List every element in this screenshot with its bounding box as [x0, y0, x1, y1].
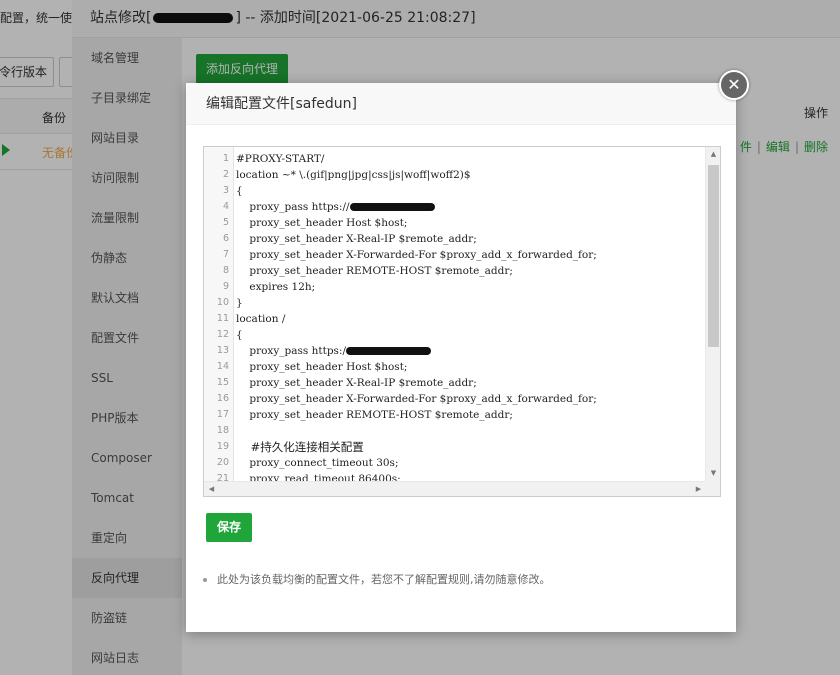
code-line: 7 proxy_set_header X-Forwarded-For $prox…: [222, 249, 597, 261]
code-line: 10}: [216, 297, 243, 309]
arrow-left-icon[interactable]: ◀: [204, 482, 219, 496]
code-content[interactable]: 1 #PROXY-START/ 2 location ~* \.(gif|png|j…: [216, 151, 706, 487]
code-line: 3{: [222, 185, 243, 197]
code-line: 2 location ~* \.(gif|png|jpg|css|js|woff|…: [222, 169, 471, 181]
redacted-url: [346, 347, 431, 355]
config-tip: 此处为该负载均衡的配置文件，若您不了解配置规则,请勿随意修改。: [203, 571, 551, 587]
code-line: 20 proxy_connect_timeout 30s;: [216, 457, 399, 469]
scrollbar-corner: [705, 481, 720, 496]
bullet-dot: [203, 578, 207, 582]
code-line: 1 #PROXY-START/: [222, 153, 325, 165]
save-button[interactable]: 保存: [206, 513, 252, 542]
code-line: 11 location /: [216, 313, 286, 325]
code-line: 16 proxy_set_header X-Forwarded-For $pro…: [216, 393, 597, 405]
arrow-right-icon[interactable]: ▶: [691, 482, 706, 496]
code-line: 8 proxy_set_header REMOTE-HOST $remote_a…: [222, 265, 513, 277]
vertical-scrollbar[interactable]: ▲ ▼: [705, 147, 720, 481]
horizontal-scrollbar[interactable]: ◀ ▶: [204, 481, 706, 496]
arrow-down-icon[interactable]: ▼: [706, 466, 720, 481]
redacted-url: [349, 203, 435, 211]
code-line: 13 proxy_pass https:/: [217, 343, 706, 359]
code-line: 15 proxy_set_header X-Real-IP $remote_ad…: [216, 377, 477, 389]
code-line: 19 #持久化连接相关配置: [216, 440, 364, 454]
code-line: 9 expires 12h;: [222, 281, 316, 293]
arrow-up-icon[interactable]: ▲: [706, 147, 720, 162]
scrollbar-thumb[interactable]: [708, 165, 719, 347]
edit-config-modal: 编辑配置文件[safedun] 1 #PROXY-START/ 2 location…: [186, 83, 736, 632]
code-line: 12{: [216, 329, 243, 341]
code-line: 18: [216, 425, 229, 436]
code-line: 14 proxy_set_header Host $host;: [216, 361, 408, 373]
code-line: 6 proxy_set_header X-Real-IP $remote_add…: [222, 233, 477, 245]
close-icon[interactable]: ✕: [719, 70, 749, 100]
code-line: 4 proxy_pass https://: [223, 199, 706, 215]
code-editor[interactable]: 1 #PROXY-START/ 2 location ~* \.(gif|png|j…: [203, 146, 721, 497]
modal-title: 编辑配置文件[safedun]: [186, 83, 736, 125]
code-line: 17 proxy_set_header REMOTE-HOST $remote_…: [216, 409, 513, 421]
code-line: 5 proxy_set_header Host $host;: [222, 217, 408, 229]
